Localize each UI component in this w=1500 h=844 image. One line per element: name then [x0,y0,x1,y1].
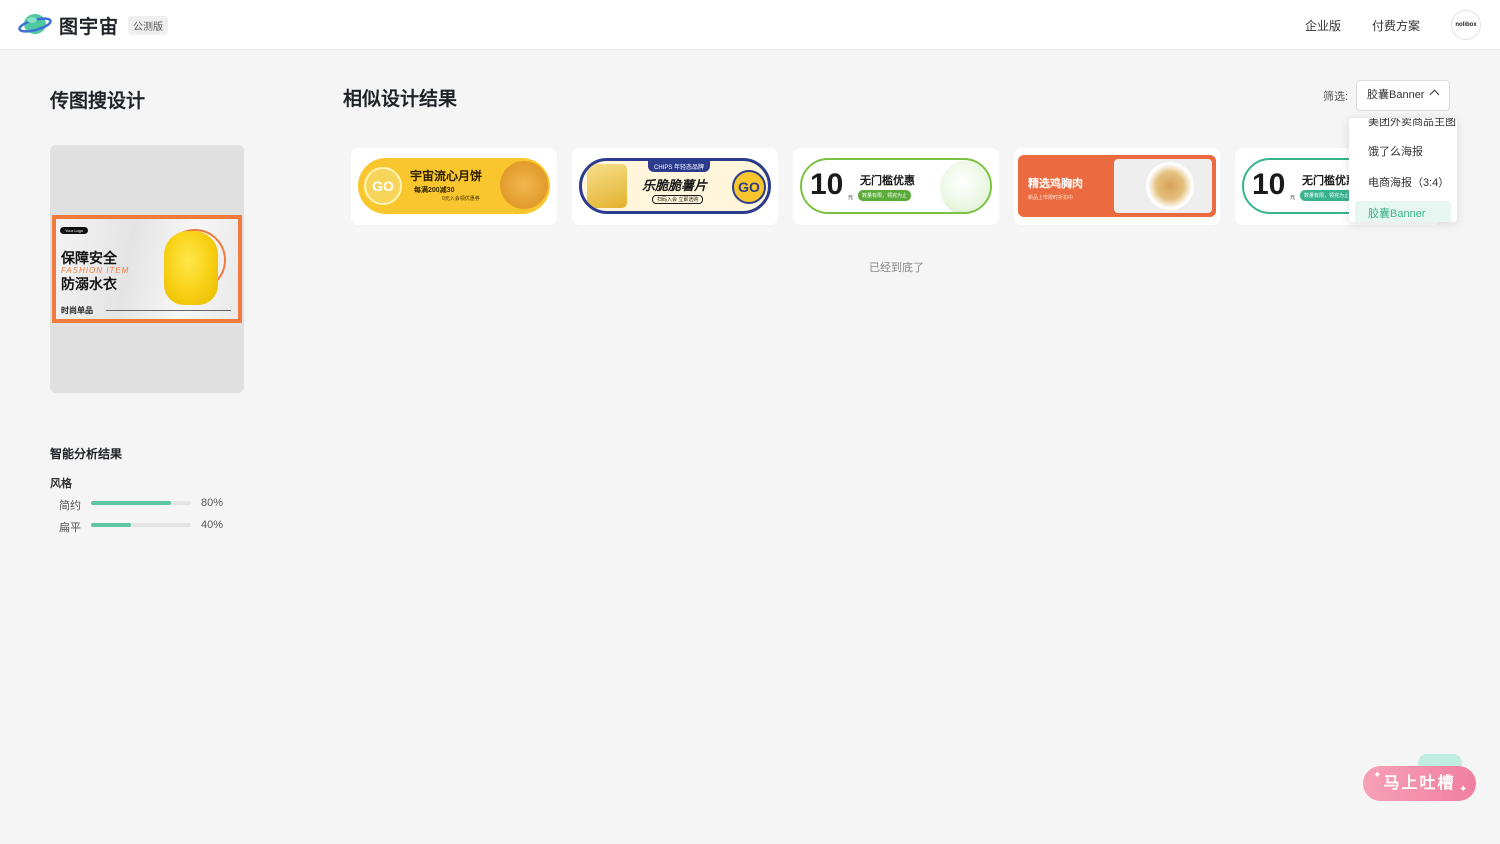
banner-logo: Your Logo [60,227,89,234]
metric-track [91,523,191,527]
chicken-dish-image [1146,162,1194,210]
banner-tag: 时尚单品 [61,306,93,315]
result-card[interactable]: CHIPS 年轻态品牌 乐脆脆薯片 扫码入会 立即选购 GO [572,148,778,225]
coupon-amount: 10 [1252,168,1286,201]
avatar[interactable]: nolibox [1451,10,1481,40]
card-caption: 0元入会领优惠券 [442,196,480,202]
tooth-image [940,160,990,212]
card-subtitle: 每满200减30 [414,187,455,194]
card-badge: CHIPS 年轻态品牌 [648,161,711,172]
sparkle-icon: ✦ [1459,784,1470,795]
go-button-graphic: GO [732,170,766,204]
uploaded-image-preview[interactable]: Your Logo 保障安全 FASHION ITEM 防溺水衣 时尚单品 [50,145,244,393]
result-card[interactable]: 10 元 无门槛优惠 数量有限，领完为止 [793,148,999,225]
coupon-unit: 元 [848,195,854,201]
filter-value: 胶囊Banner [1367,89,1425,101]
filter-dropdown: 美团外卖商品主图 饿了么海报 电商海报（3:4） 胶囊Banner [1349,118,1457,222]
arrow-line-icon [106,310,231,311]
coupon-amount: 10 [810,168,844,201]
top-bar: 图宇宙 公测版 企业版 付费方案 nolibox [0,0,1500,50]
dropdown-option[interactable]: 饿了么海报 [1349,139,1457,165]
analysis-title: 智能分析结果 [50,447,123,461]
metric-percent: 80% [201,497,224,509]
capsule-banner: 10 元 无门槛优惠 数量有限，领完为止 [800,158,992,214]
chips-bag-image [587,164,627,208]
nav-enterprise[interactable]: 企业版 [1305,17,1341,34]
planet-logo-icon[interactable] [18,10,52,38]
capsule-banner: CHIPS 年轻态品牌 乐脆脆薯片 扫码入会 立即选购 GO [579,158,771,214]
life-vest-image [164,231,218,305]
beta-badge: 公测版 [128,16,168,35]
card-subtitle: 扫码入会 立即选购 [652,195,704,204]
metric-fill [91,523,131,527]
app-name[interactable]: 图宇宙 [59,12,119,39]
metric-name: 扁平 [59,522,81,534]
banner-headline-1: 保障安全 [61,250,117,266]
sparkle-icon: ✦ [1373,770,1384,781]
card-title: 乐脆脆薯片 [642,178,708,193]
dropdown-option[interactable]: 美团外卖商品主图 [1349,118,1457,135]
coupon-unit: 元 [1290,195,1296,201]
nav-pricing[interactable]: 付费方案 [1372,17,1420,34]
go-button-graphic: GO [364,167,402,205]
feedback-button[interactable]: 马上吐槽 ✦ ✦ [1363,766,1476,801]
card-subtitle: 数量有限，领完为止 [858,190,912,201]
upload-search-title: 传图搜设计 [50,91,146,112]
card-title: 无门槛优惠 [860,175,915,187]
capsule-banner: 精选鸡胸肉 新品上市限时折扣中 [1018,155,1216,217]
card-subtitle: 新品上市限时折扣中 [1028,195,1074,201]
card-title: 精选鸡胸肉 [1028,178,1083,190]
filter-label: 筛选: [1323,91,1349,103]
metric-track [91,501,191,505]
dropdown-option-selected[interactable]: 胶囊Banner [1355,201,1451,222]
metric-percent: 40% [201,519,224,531]
results-title: 相似设计结果 [343,89,458,110]
chevron-up-icon [1429,89,1440,100]
feedback-label: 马上吐槽 [1383,775,1456,792]
mooncake-image [500,161,548,209]
uploaded-banner: Your Logo 保障安全 FASHION ITEM 防溺水衣 时尚单品 [52,215,242,323]
result-card[interactable]: 精选鸡胸肉 新品上市限时折扣中 [1014,148,1220,225]
card-subtitle: 数量有限，领完为止 [1300,190,1354,201]
metric-name: 简约 [59,500,81,512]
dropdown-option[interactable]: 电商海报（3:4） [1349,170,1457,196]
metric-fill [91,501,171,505]
style-label: 风格 [50,478,72,490]
result-card[interactable]: GO 宇宙流心月饼 每满200减30 0元入会领优惠券 [351,148,557,225]
capsule-banner: GO 宇宙流心月饼 每满200减30 0元入会领优惠券 [358,158,550,214]
filter-select[interactable]: 胶囊Banner [1356,80,1450,111]
banner-headline-2: 防溺水衣 [61,276,117,292]
card-title: 宇宙流心月饼 [410,169,483,183]
end-of-list-text: 已经到底了 [869,262,924,274]
